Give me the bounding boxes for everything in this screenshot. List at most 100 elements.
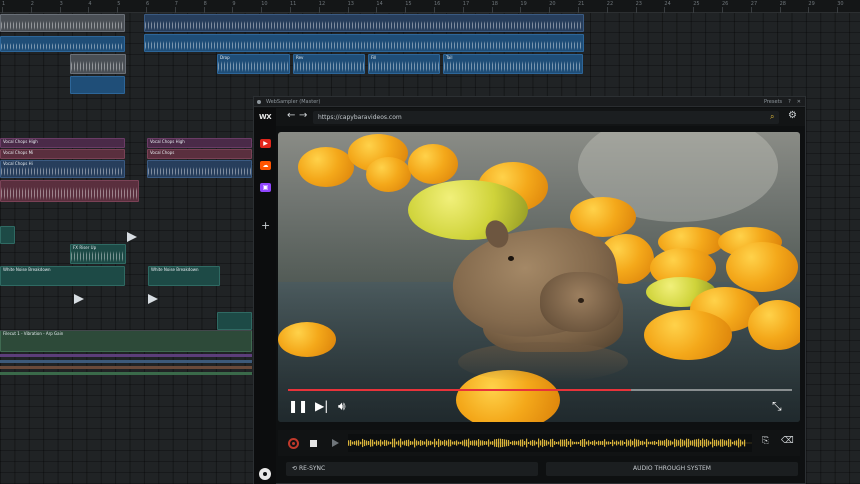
exit-fullscreen-icon[interactable]: ⤡ [772, 400, 782, 412]
waveform-sample [650, 441, 652, 445]
waveform-sample [548, 441, 550, 445]
clip-automation[interactable]: Filecut 1 - Vibration - Arp Gain [0, 330, 252, 352]
waveform-sample [386, 440, 388, 446]
waveform-sample [600, 441, 602, 445]
volume-icon[interactable]: 🔊︎ [338, 400, 346, 412]
resync-button[interactable]: ⟲ RE-SYNC [286, 462, 538, 476]
clip-vocal-chops-6[interactable] [147, 160, 252, 178]
clip-white-noise-2[interactable]: White Noise Breakdown [148, 266, 220, 286]
clip-drum-fill[interactable] [217, 312, 252, 330]
gear-icon[interactable]: ⚙ [788, 110, 797, 121]
record-icon[interactable] [288, 438, 299, 449]
ruler-tick [779, 7, 781, 13]
copy-icon[interactable]: ⎘ [762, 436, 769, 446]
waveform-sample [384, 440, 386, 446]
waveform-sample [378, 441, 380, 445]
clip-fx-riser[interactable]: FX Riser Up [70, 244, 126, 264]
clip-sample-small[interactable] [70, 76, 125, 94]
back-icon[interactable]: ← [287, 110, 295, 121]
audio-through-system-label: AUDIO THROUGH SYSTEM [633, 465, 711, 472]
waveform-sample [420, 440, 422, 446]
waveform-sample [468, 438, 470, 448]
clip-bass[interactable] [0, 36, 125, 52]
plugin-titlebar[interactable]: WebSampler (Master) Presets ? ✕ [254, 97, 805, 107]
close-icon[interactable]: ✕ [797, 97, 801, 107]
waveform-sample [552, 438, 554, 448]
clip-tail[interactable]: Tail [443, 54, 583, 74]
waveform-sample [438, 438, 440, 448]
waveform-sample [648, 441, 650, 445]
waveform-sample [698, 438, 700, 448]
waveform-sample [380, 439, 382, 447]
clip-bass-alt[interactable] [144, 34, 584, 52]
help-icon[interactable]: ? [788, 97, 791, 107]
add-icon[interactable]: + [261, 219, 270, 232]
waveform-sample [662, 440, 664, 446]
waveform-sample [472, 440, 474, 446]
waveform-sample [608, 441, 610, 445]
recorded-waveform[interactable] [348, 434, 752, 452]
clip-fx-sweep[interactable] [0, 226, 15, 244]
waveform-sample [454, 441, 456, 445]
search-icon[interactable]: ⌕ [770, 112, 774, 122]
presets-button[interactable]: Presets [764, 97, 782, 107]
ruler-tick [347, 7, 349, 13]
video-progress-bar[interactable] [288, 389, 792, 391]
clip-drums-alt[interactable] [144, 14, 584, 32]
twitch-icon[interactable]: ▣ [260, 183, 271, 192]
youtube-icon[interactable]: ▶ [260, 139, 271, 148]
url-input[interactable]: https://capybaravideos.com [313, 111, 779, 124]
clip-vocal-chops-1[interactable]: Vocal Chops High [0, 138, 125, 148]
waveform-sample [596, 441, 598, 445]
waveform-sample [546, 440, 548, 446]
forward-icon[interactable]: → [299, 110, 307, 121]
clip-drums[interactable] [0, 14, 125, 32]
next-icon[interactable]: ▶| [315, 400, 328, 412]
clip-vocal-chops-3[interactable]: Vocal Chops Mi [0, 149, 125, 159]
clip-sample[interactable] [70, 54, 126, 74]
orange [366, 157, 411, 192]
video-player[interactable]: ❚❚ ▶| 🔊︎ ⤡ [278, 132, 800, 422]
clip-white-noise-1[interactable]: White Noise Breakdown [0, 266, 125, 286]
clip-fill[interactable]: Fill [368, 54, 440, 74]
waveform-sample [702, 438, 704, 448]
clip-vocal-chops-7[interactable] [0, 180, 139, 202]
pause-icon[interactable]: ❚❚ [288, 400, 308, 412]
waveform-sample [602, 440, 604, 446]
audio-through-system-button[interactable]: AUDIO THROUGH SYSTEM [546, 462, 798, 476]
plugin-menu-icon[interactable] [257, 100, 261, 104]
waveform-sample [586, 441, 588, 445]
stop-icon[interactable] [310, 440, 317, 447]
ruler-tick [635, 7, 637, 13]
waveform-sample [672, 441, 674, 445]
ruler-tick [693, 7, 695, 13]
clip-vocal-chops-5[interactable]: Vocal Chops Hi [0, 160, 125, 178]
waveform-sample [502, 438, 504, 448]
waveform-sample [734, 440, 736, 446]
waveform-sample [732, 441, 734, 445]
orange [278, 322, 336, 357]
clip-vocal-chops-4[interactable]: Vocal Chops [147, 149, 252, 159]
orange [298, 147, 354, 187]
waveform-sample [674, 438, 676, 448]
timeline-ruler[interactable]: 1 2 3 4 5 6 7 8 9 10 11 12 13 14 15 16 17 18 19 20 21 22 23 24 2… [0, 0, 860, 13]
waveform-sample [562, 439, 564, 447]
clip-vocal-chops-2[interactable]: Vocal Chops High [147, 138, 252, 148]
ruler-tick [462, 7, 464, 13]
clear-icon[interactable]: ⌫ [781, 436, 794, 446]
waveform-sample [670, 440, 672, 446]
automation-lane [0, 360, 252, 363]
play-icon[interactable] [332, 439, 339, 447]
record-disc-icon[interactable] [259, 468, 271, 480]
waveform-sample [360, 441, 362, 445]
clip-rev[interactable]: Rev [293, 54, 365, 74]
ruler-tick [808, 7, 810, 13]
waveform-sample [530, 440, 532, 446]
clip-drop[interactable]: Drop [217, 54, 290, 74]
waveform-sample [610, 441, 612, 445]
waveform-sample [466, 439, 468, 447]
waveform-sample [720, 439, 722, 447]
waveform-sample [492, 441, 494, 445]
soundcloud-icon[interactable]: ☁ [260, 161, 271, 170]
waveform-sample [414, 438, 416, 448]
